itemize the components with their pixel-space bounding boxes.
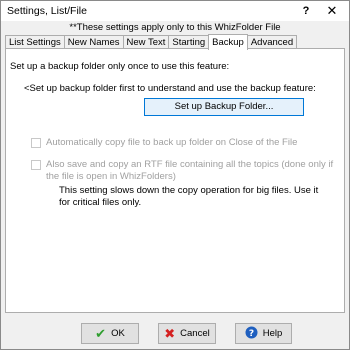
- tab-new-text[interactable]: New Text: [122, 35, 170, 49]
- rtf-copy-label-line1: Also save and copy an RTF file containin…: [46, 159, 334, 170]
- help-button[interactable]: ? Help: [235, 323, 292, 344]
- question-circle-icon: ?: [245, 326, 258, 341]
- backup-panel: Set up a backup folder only once to use …: [5, 48, 345, 313]
- tab-advanced[interactable]: Advanced: [246, 35, 298, 49]
- help-title-button[interactable]: ?: [295, 3, 317, 19]
- checkmark-icon: ✔: [95, 326, 107, 341]
- rtf-note-line1: This setting slows down the copy operati…: [59, 185, 319, 196]
- tab-strip: List Settings New Names New Text Startin…: [5, 34, 298, 50]
- settings-dialog: Settings, List/File ? ✕ **These settings…: [0, 0, 350, 350]
- ok-button[interactable]: ✔ OK: [81, 323, 139, 344]
- cancel-label: Cancel: [180, 328, 210, 339]
- tab-backup[interactable]: Backup: [208, 34, 248, 50]
- auto-copy-label: Automatically copy file to back up folde…: [46, 137, 298, 148]
- backup-intro-text: Set up a backup folder only once to use …: [10, 61, 230, 72]
- ok-label: OK: [111, 328, 125, 339]
- close-button[interactable]: ✕: [321, 3, 343, 19]
- help-label: Help: [262, 328, 283, 339]
- title-bar: Settings, List/File ? ✕: [1, 1, 349, 21]
- setup-backup-folder-button[interactable]: Set up Backup Folder...: [144, 98, 304, 116]
- svg-text:?: ?: [249, 329, 254, 339]
- rtf-note-line2: for critical files only.: [59, 197, 142, 208]
- tab-new-names[interactable]: New Names: [63, 35, 124, 49]
- tab-list-settings[interactable]: List Settings: [5, 35, 65, 49]
- window-title: Settings, List/File: [7, 5, 87, 17]
- cancel-x-icon: ✖: [164, 326, 176, 341]
- rtf-copy-checkbox[interactable]: [31, 160, 41, 170]
- auto-copy-checkbox[interactable]: [31, 138, 41, 148]
- cancel-button[interactable]: ✖ Cancel: [158, 323, 216, 344]
- rtf-copy-label-line2: the file is open in WhizFolders): [46, 171, 176, 182]
- tab-starting[interactable]: Starting: [168, 35, 210, 49]
- settings-notice: **These settings apply only to this Whiz…: [69, 22, 281, 33]
- backup-hint-text: <Set up backup folder first to understan…: [24, 83, 316, 94]
